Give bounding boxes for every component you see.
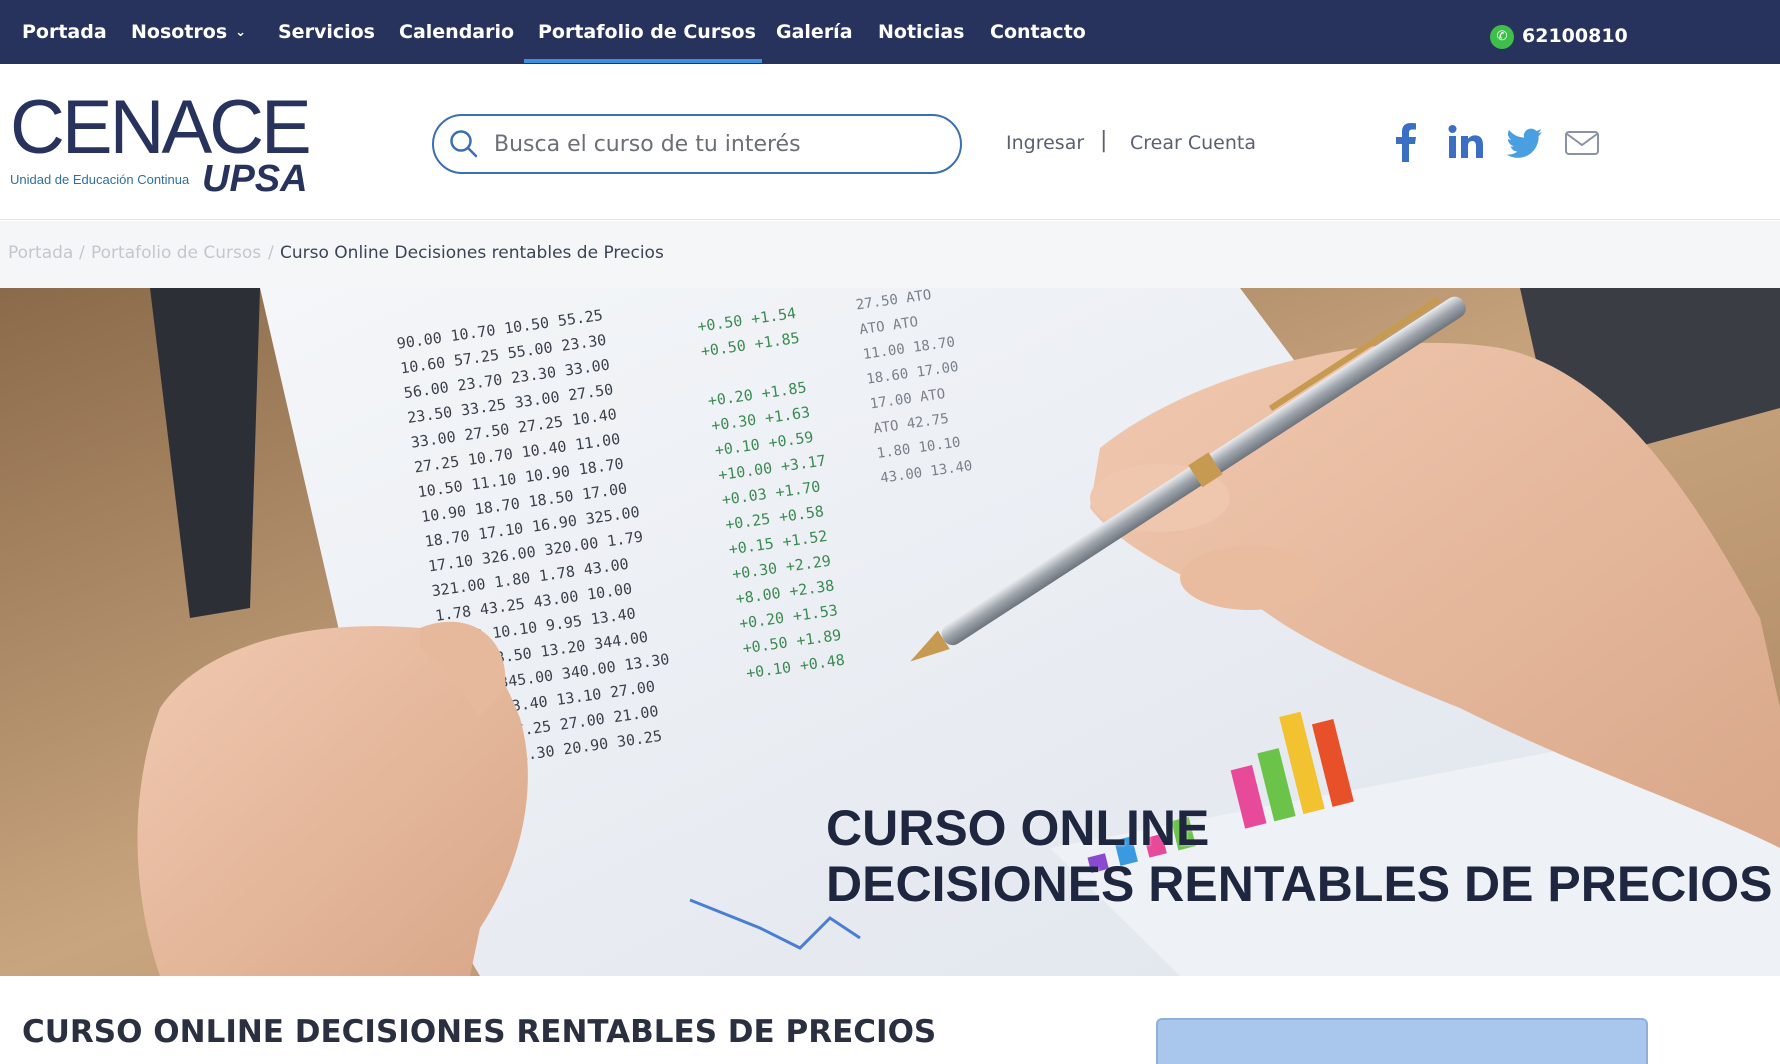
logo-subtitle: Unidad de Educación Continua [10,172,190,187]
side-card[interactable] [1156,1018,1648,1064]
logo-wordmark: CENACE [10,85,312,170]
nav-item-noticias[interactable]: Noticias [878,18,964,46]
logo-upsa: UPSA [202,158,308,200]
logo[interactable]: CENACE Unidad de Educación Continua UPSA [10,90,312,201]
nav-item-contacto[interactable]: Contacto [990,18,1086,46]
nav-item-portafolio[interactable]: Portafolio de Cursos [538,18,756,46]
breadcrumb: Portada / Portafolio de Cursos / Curso O… [0,221,1780,288]
hero-banner: 90.00 10.70 10.50 55.25 10.60 57.25 55.0… [0,288,1780,976]
twitter-icon[interactable] [1504,122,1544,162]
auth-separator: | [1100,128,1108,153]
register-link[interactable]: Crear Cuenta [1130,132,1256,154]
nav-active-indicator [524,59,762,63]
search-icon[interactable] [448,128,480,160]
chevron-down-icon: ⌄ [235,24,247,40]
nav-item-nosotros-label: Nosotros [131,21,228,43]
nav-item-nosotros[interactable]: Nosotros ⌄ [131,18,246,46]
breadcrumb-separator: / [79,243,85,263]
page-title: CURSO ONLINE DECISIONES RENTABLES DE PRE… [22,1014,937,1050]
top-navigation: Portada Nosotros ⌄ Servicios Calendario P… [0,0,1780,64]
search-box [432,114,962,174]
nav-item-galeria[interactable]: Galería [776,18,853,46]
breadcrumb-portada[interactable]: Portada [8,243,73,263]
whatsapp-icon[interactable]: ✆ [1490,25,1514,49]
search-input[interactable] [494,126,944,162]
site-header: CENACE Unidad de Educación Continua UPSA… [0,64,1780,220]
nav-item-calendario[interactable]: Calendario [399,18,514,46]
login-link[interactable]: Ingresar [1006,132,1084,154]
breadcrumb-portafolio[interactable]: Portafolio de Cursos [91,243,261,263]
facebook-icon[interactable] [1394,122,1418,162]
mail-icon[interactable] [1562,122,1602,162]
linkedin-icon[interactable] [1446,122,1486,162]
hero-title: CURSO ONLINE DECISIONES RENTABLES DE PRE… [826,800,1772,912]
phone-number[interactable]: 62100810 [1522,22,1628,50]
hero-title-line1: CURSO ONLINE [826,800,1210,856]
breadcrumb-separator: / [268,243,274,263]
hero-title-line2: DECISIONES RENTABLES DE PRECIOS [826,856,1773,912]
nav-item-servicios[interactable]: Servicios [278,18,375,46]
breadcrumb-current: Curso Online Decisiones rentables de Pre… [280,243,664,263]
nav-item-portada[interactable]: Portada [22,18,107,46]
